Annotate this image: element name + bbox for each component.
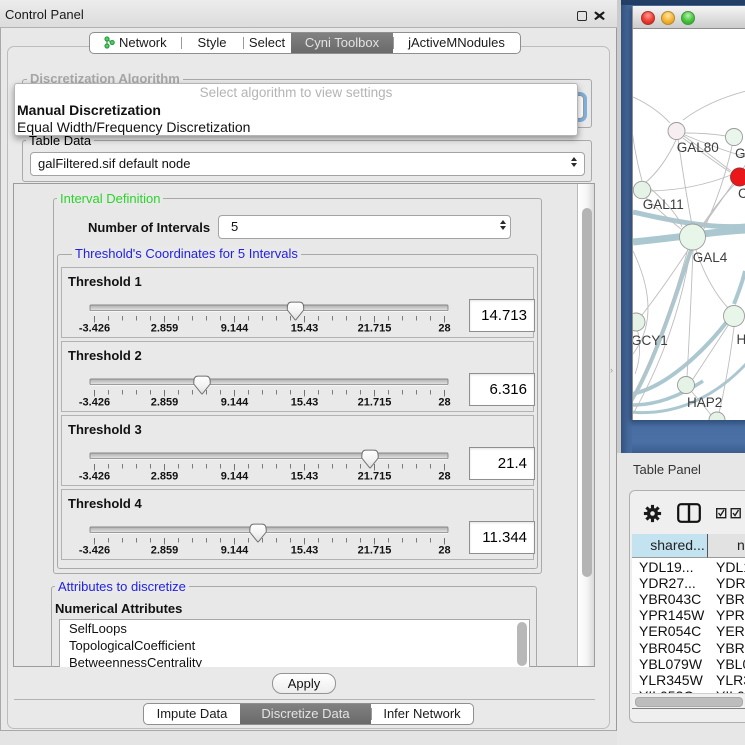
svg-text:21.715: 21.715 (358, 545, 392, 557)
svg-text:28: 28 (438, 545, 450, 557)
svg-text:2.859: 2.859 (151, 471, 179, 483)
svg-text:15.43: 15.43 (291, 545, 319, 557)
svg-text:2.859: 2.859 (151, 323, 179, 335)
svg-text:H: H (737, 332, 745, 347)
svg-text:GAL11: GAL11 (643, 197, 684, 212)
svg-text:2.859: 2.859 (151, 397, 179, 409)
svg-text:2.859: 2.859 (151, 545, 179, 557)
svg-text:21.715: 21.715 (358, 397, 392, 409)
svg-text:9.144: 9.144 (221, 323, 249, 335)
svg-text:21.715: 21.715 (358, 323, 392, 335)
svg-text:C: C (738, 186, 745, 201)
svg-text:GAL4: GAL4 (693, 250, 728, 265)
svg-text:9.144: 9.144 (221, 397, 249, 409)
svg-text:GCY1: GCY1 (633, 333, 668, 348)
svg-text:GAL: GAL (735, 146, 745, 161)
svg-text:-3.426: -3.426 (79, 323, 110, 335)
svg-text:HAP2: HAP2 (687, 395, 722, 410)
svg-text:21.715: 21.715 (358, 471, 392, 483)
svg-text:28: 28 (438, 397, 450, 409)
svg-text:-3.426: -3.426 (79, 545, 110, 557)
svg-text:9.144: 9.144 (221, 471, 249, 483)
svg-text:GAL80: GAL80 (677, 140, 719, 155)
svg-text:-3.426: -3.426 (79, 397, 110, 409)
svg-text:9.144: 9.144 (221, 545, 249, 557)
svg-text:-3.426: -3.426 (79, 471, 110, 483)
svg-text:28: 28 (438, 471, 450, 483)
svg-text:15.43: 15.43 (291, 323, 319, 335)
svg-text:28: 28 (438, 323, 450, 335)
svg-text:15.43: 15.43 (291, 397, 319, 409)
svg-text:15.43: 15.43 (291, 471, 319, 483)
